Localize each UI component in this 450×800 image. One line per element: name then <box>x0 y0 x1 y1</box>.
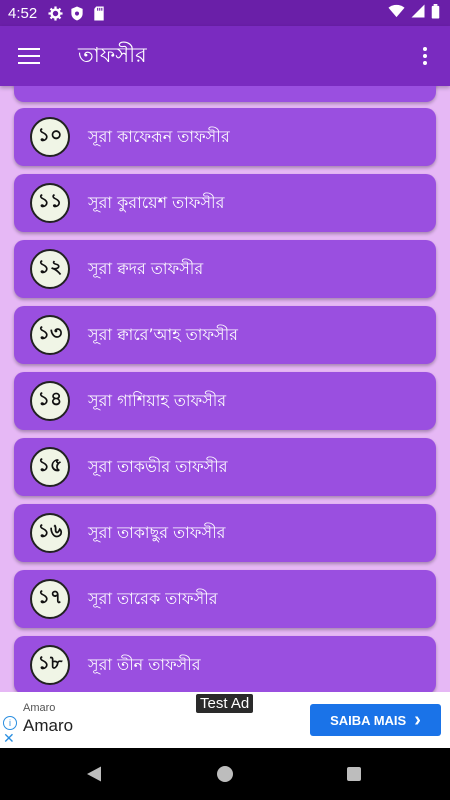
item-number-badge: ১৭ <box>30 579 70 619</box>
list-item[interactable]: ১৩ সূরা ক্বারে’আহ তাফসীর <box>14 306 436 364</box>
item-number-badge: ১৮ <box>30 645 70 685</box>
status-bar: 4:52 <box>0 0 450 26</box>
list-item[interactable]: ১৮ সূরা তীন তাফসীর <box>14 636 436 692</box>
chevron-right-icon: › <box>414 709 421 731</box>
item-number-badge: ১৩ <box>30 315 70 355</box>
ad-cta-label: SAIBA MAIS <box>330 712 407 728</box>
list-item[interactable]: ১১ সূরা কুরায়েশ তাফসীর <box>14 174 436 232</box>
list-item-partial[interactable] <box>14 86 436 102</box>
item-number-badge: ১৬ <box>30 513 70 553</box>
ad-advertiser-small: Amaro <box>23 702 56 714</box>
item-label: সূরা তাকাছুর তাফসীর <box>88 522 226 542</box>
item-label: সূরা ক্বদর তাফসীর <box>88 258 204 278</box>
list-item[interactable]: ১০ সূরা কাফেরূন তাফসীর <box>14 108 436 166</box>
list-item[interactable]: ১৭ সূরা তারেক তাফসীর <box>14 570 436 628</box>
item-label: সূরা কাফেরূন তাফসীর <box>88 126 230 146</box>
item-label: সূরা কুরায়েশ তাফসীর <box>88 192 225 212</box>
page-title: তাফসীর <box>78 42 147 67</box>
list-item[interactable]: ১৬ সূরা তাকাছুর তাফসীর <box>14 504 436 562</box>
more-vert-icon[interactable] <box>410 41 440 71</box>
test-ad-badge: Test Ad <box>196 694 254 713</box>
ad-banner[interactable]: Test Ad i ✕ Amaro Amaro SAIBA MAIS › <box>0 692 450 748</box>
surah-list[interactable]: ১০ সূরা কাফেরূন তাফসীর ১১ সূরা কুরায়েশ … <box>0 86 450 692</box>
ad-cta-button[interactable]: SAIBA MAIS › <box>310 704 441 736</box>
item-number-badge: ১১ <box>30 183 70 223</box>
item-number-badge: ১২ <box>30 249 70 289</box>
item-number-badge: ১৫ <box>30 447 70 487</box>
sd-card-icon <box>91 5 107 21</box>
item-number-badge: ১০ <box>30 117 70 157</box>
ad-info-icon[interactable]: i <box>3 716 17 730</box>
item-label: সূরা তাকভীর তাফসীর <box>88 456 228 476</box>
settings-icon <box>47 5 63 21</box>
hamburger-menu-icon[interactable] <box>18 44 42 68</box>
item-label: সূরা তীন তাফসীর <box>88 654 201 674</box>
ad-close-icon[interactable]: ✕ <box>3 730 15 747</box>
list-item[interactable]: ১৫ সূরা তাকভীর তাফসীর <box>14 438 436 496</box>
app-bar: তাফসীর <box>0 26 450 86</box>
system-nav-bar <box>0 748 450 800</box>
home-icon[interactable] <box>217 766 233 782</box>
status-time: 4:52 <box>8 4 38 22</box>
back-icon[interactable] <box>86 766 102 786</box>
status-right-icons <box>388 3 440 23</box>
list-item[interactable]: ১৪ সূরা গাশিয়াহ তাফসীর <box>14 372 436 430</box>
shield-icon <box>69 5 85 21</box>
recents-icon[interactable] <box>347 767 361 781</box>
wifi-icon <box>388 4 405 22</box>
battery-icon <box>431 3 440 23</box>
item-label: সূরা তারেক তাফসীর <box>88 588 218 608</box>
signal-icon <box>411 4 425 22</box>
item-number-badge: ১৪ <box>30 381 70 421</box>
list-item[interactable]: ১২ সূরা ক্বদর তাফসীর <box>14 240 436 298</box>
item-label: সূরা ক্বারে’আহ তাফসীর <box>88 324 238 344</box>
ad-advertiser-name: Amaro <box>23 716 74 735</box>
item-label: সূরা গাশিয়াহ তাফসীর <box>88 390 227 410</box>
